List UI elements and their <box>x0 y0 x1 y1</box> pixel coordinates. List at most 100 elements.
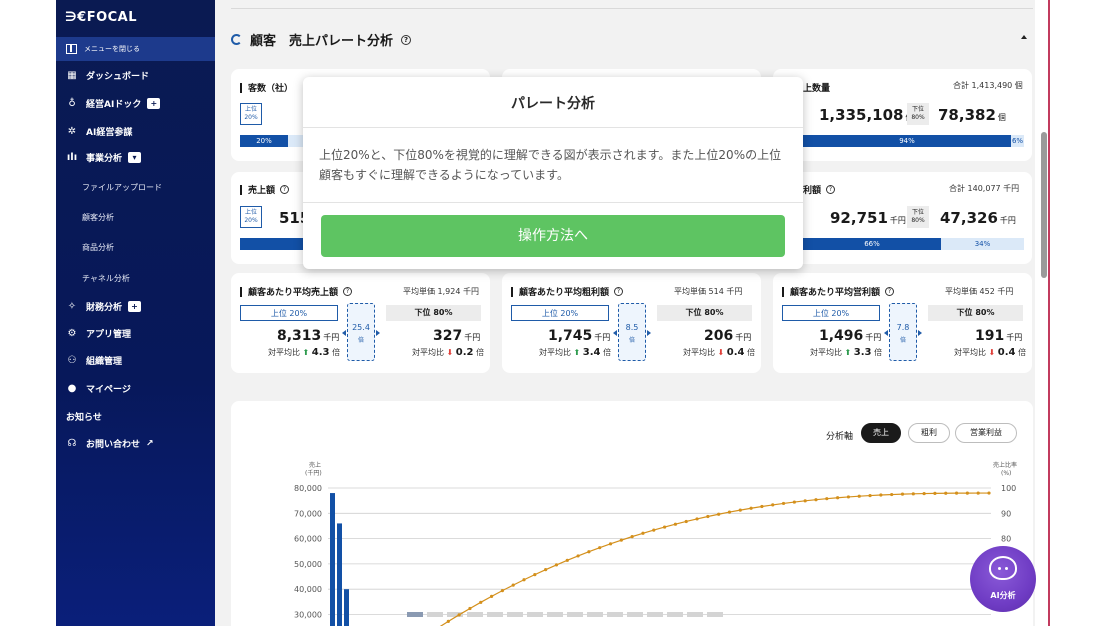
help-icon[interactable]: ? <box>280 185 290 194</box>
bar <box>330 493 335 626</box>
cumulative-point <box>587 550 591 554</box>
sidebar-item-business-analysis[interactable]: ılı 事業分析 ▾ <box>66 151 142 164</box>
cumulative-point <box>608 542 613 546</box>
window-edge <box>1048 0 1050 626</box>
kpi-top-compare: 対平均比 ⬆ 3.4 倍 <box>539 347 612 358</box>
finance-icon: ✧ <box>67 301 77 312</box>
sidebar-item-contact[interactable]: ☊ お問い合わせ ↗ <box>66 437 154 450</box>
cumulative-point <box>489 594 494 598</box>
bottom80-header: 下位 80% <box>928 305 1023 321</box>
divider <box>303 127 803 128</box>
kpi-average: 平均単価 514 千円 <box>674 287 743 296</box>
card-quantity: 上数量 合計 1,413,490 個 1,335,108個 下位80% 78,3… <box>773 69 1032 161</box>
cumulative-point <box>976 491 980 495</box>
arrow-left-icon <box>613 330 617 336</box>
cumulative-point <box>792 500 796 504</box>
sidebar-subitem-channel-analysis[interactable]: チャネル分析 <box>82 273 130 284</box>
cumulative-point <box>933 491 937 495</box>
divider <box>303 202 803 203</box>
y2-tick-label: 80 <box>1001 535 1011 544</box>
section-title: 顧客 売上パレート分析 ? <box>231 30 412 49</box>
bottom80-header: 下位 80% <box>657 305 752 321</box>
sidebar-subitem-customer-analysis[interactable]: 顧客分析 <box>82 212 114 223</box>
y2-axis-unit: (%) <box>1001 470 1011 477</box>
bottom80-tag: 下位 80% <box>907 103 929 125</box>
y-tick-label: 40,000 <box>294 585 322 594</box>
bar-chart-icon: ılı <box>66 152 78 163</box>
grid-icon: ▦ <box>67 70 77 81</box>
help-icon[interactable]: ? <box>614 287 624 296</box>
sidebar-item-news[interactable]: お知らせ <box>66 410 102 423</box>
kpi-bottom-value: 191 千円 <box>975 328 1023 344</box>
pareto-info-modal: パレート分析 上位20%と、下位80%を視覚的に理解できる図が表示されます。また… <box>303 77 803 269</box>
share-bar-bottom: 34% <box>941 238 1024 250</box>
y2-axis-title: 売上比率 <box>993 461 1017 469</box>
cumulative-point <box>825 497 829 501</box>
divider <box>231 8 1033 9</box>
top20-header: 上位 20% <box>511 305 609 321</box>
sidebar-subitem-file-upload[interactable]: ファイルアップロード <box>82 182 162 193</box>
sidebar-item-app-management[interactable]: ⚙ アプリ管理 <box>66 327 132 340</box>
scrollbar-track[interactable] <box>1038 0 1048 626</box>
loading-segment <box>407 612 423 617</box>
ai-analysis-button[interactable]: AI分析 <box>970 546 1036 612</box>
sidebar-item-dashboard[interactable]: ▦ ダッシュボード <box>66 69 149 82</box>
scrollbar-thumb[interactable] <box>1041 132 1047 278</box>
cumulative-point <box>630 535 634 539</box>
cumulative-point <box>771 503 775 507</box>
help-icon[interactable]: ? <box>885 287 895 296</box>
share-bar-top: 94% <box>803 135 1011 147</box>
sidebar-item-ai-advisor[interactable]: ✲ AI経営参謀 <box>66 125 133 138</box>
expand-icon[interactable]: + <box>128 301 142 312</box>
y-axis-unit: (千円) <box>305 469 322 477</box>
app-logo[interactable]: ∋€FOCAL <box>65 10 137 25</box>
sidebar-item-mypage[interactable]: ● マイページ <box>66 382 131 395</box>
arrow-up-icon: ⬆ <box>302 348 310 357</box>
help-icon[interactable]: ? <box>826 185 836 194</box>
cumulative-point <box>727 510 732 514</box>
cumulative-point <box>511 583 515 587</box>
sidebar-item-org-management[interactable]: ⚇ 組織管理 <box>66 354 123 367</box>
arrow-right-icon <box>647 330 651 336</box>
help-icon[interactable]: ? <box>401 34 412 45</box>
cumulative-point <box>565 558 569 562</box>
how-to-button[interactable]: 操作方法へ <box>321 215 785 257</box>
y2-tick-label: 90 <box>1001 509 1011 518</box>
sidebar-item-finance-analysis[interactable]: ✧ 財務分析 + <box>66 300 142 313</box>
ratio-box: 25.4 倍 <box>342 303 380 361</box>
loading-segment <box>647 612 663 617</box>
collapse-icon[interactable] <box>1021 35 1027 39</box>
arrow-right-icon <box>918 330 922 336</box>
kpi-top-value: 1,496 千円 <box>819 328 882 344</box>
cumulative-point <box>814 498 818 502</box>
loading-segment <box>487 612 503 617</box>
sidebar-subitem-product-analysis[interactable]: 商品分析 <box>82 242 114 253</box>
cumulative-point <box>922 491 926 496</box>
op-profit-total: 合計 140,077 千円 <box>949 184 1020 193</box>
arrow-down-icon: ⬇ <box>446 348 454 357</box>
cumulative-point <box>598 546 602 550</box>
share-bar-top: 66% <box>803 238 941 250</box>
pareto-chart: 売上(千円) 売上比率(%) 80,000 70,000 60,000 50,000 40,… <box>294 461 1017 626</box>
sidebar-item-ai-dock[interactable]: ♁ 経営AIドック + <box>66 97 161 110</box>
kpi-top-compare: 対平均比 ⬆ 4.3 倍 <box>268 347 341 358</box>
help-icon[interactable]: ? <box>343 287 353 296</box>
op-profit-bottom-value: 47,326 千円 <box>940 209 1016 227</box>
loading-segment <box>567 612 583 617</box>
cumulative-point <box>468 606 472 611</box>
cumulative-point <box>868 493 872 498</box>
expand-icon[interactable]: + <box>147 98 161 109</box>
cumulative-point <box>500 589 504 593</box>
close-menu-button[interactable]: メニューを閉じる <box>56 37 215 61</box>
cumulative-point <box>857 494 861 498</box>
arrow-down-icon: ⬇ <box>717 348 725 357</box>
kpi-bottom-compare: 対平均比 ⬇ 0.2 倍 <box>412 347 485 358</box>
main-content: 顧客 売上パレート分析 ? 客数（社） 上位 20% 20% 上数量 合計 1,4… <box>215 0 1035 626</box>
sidebar-toggle-icon <box>66 44 77 54</box>
kpi-average: 平均単価 1,924 千円 <box>403 287 479 296</box>
cumulative-point <box>446 619 450 623</box>
cumulative-point <box>479 600 483 604</box>
chevron-down-icon[interactable]: ▾ <box>128 152 142 163</box>
y-tick-label: 70,000 <box>294 509 322 518</box>
cumulative-point <box>987 491 991 495</box>
